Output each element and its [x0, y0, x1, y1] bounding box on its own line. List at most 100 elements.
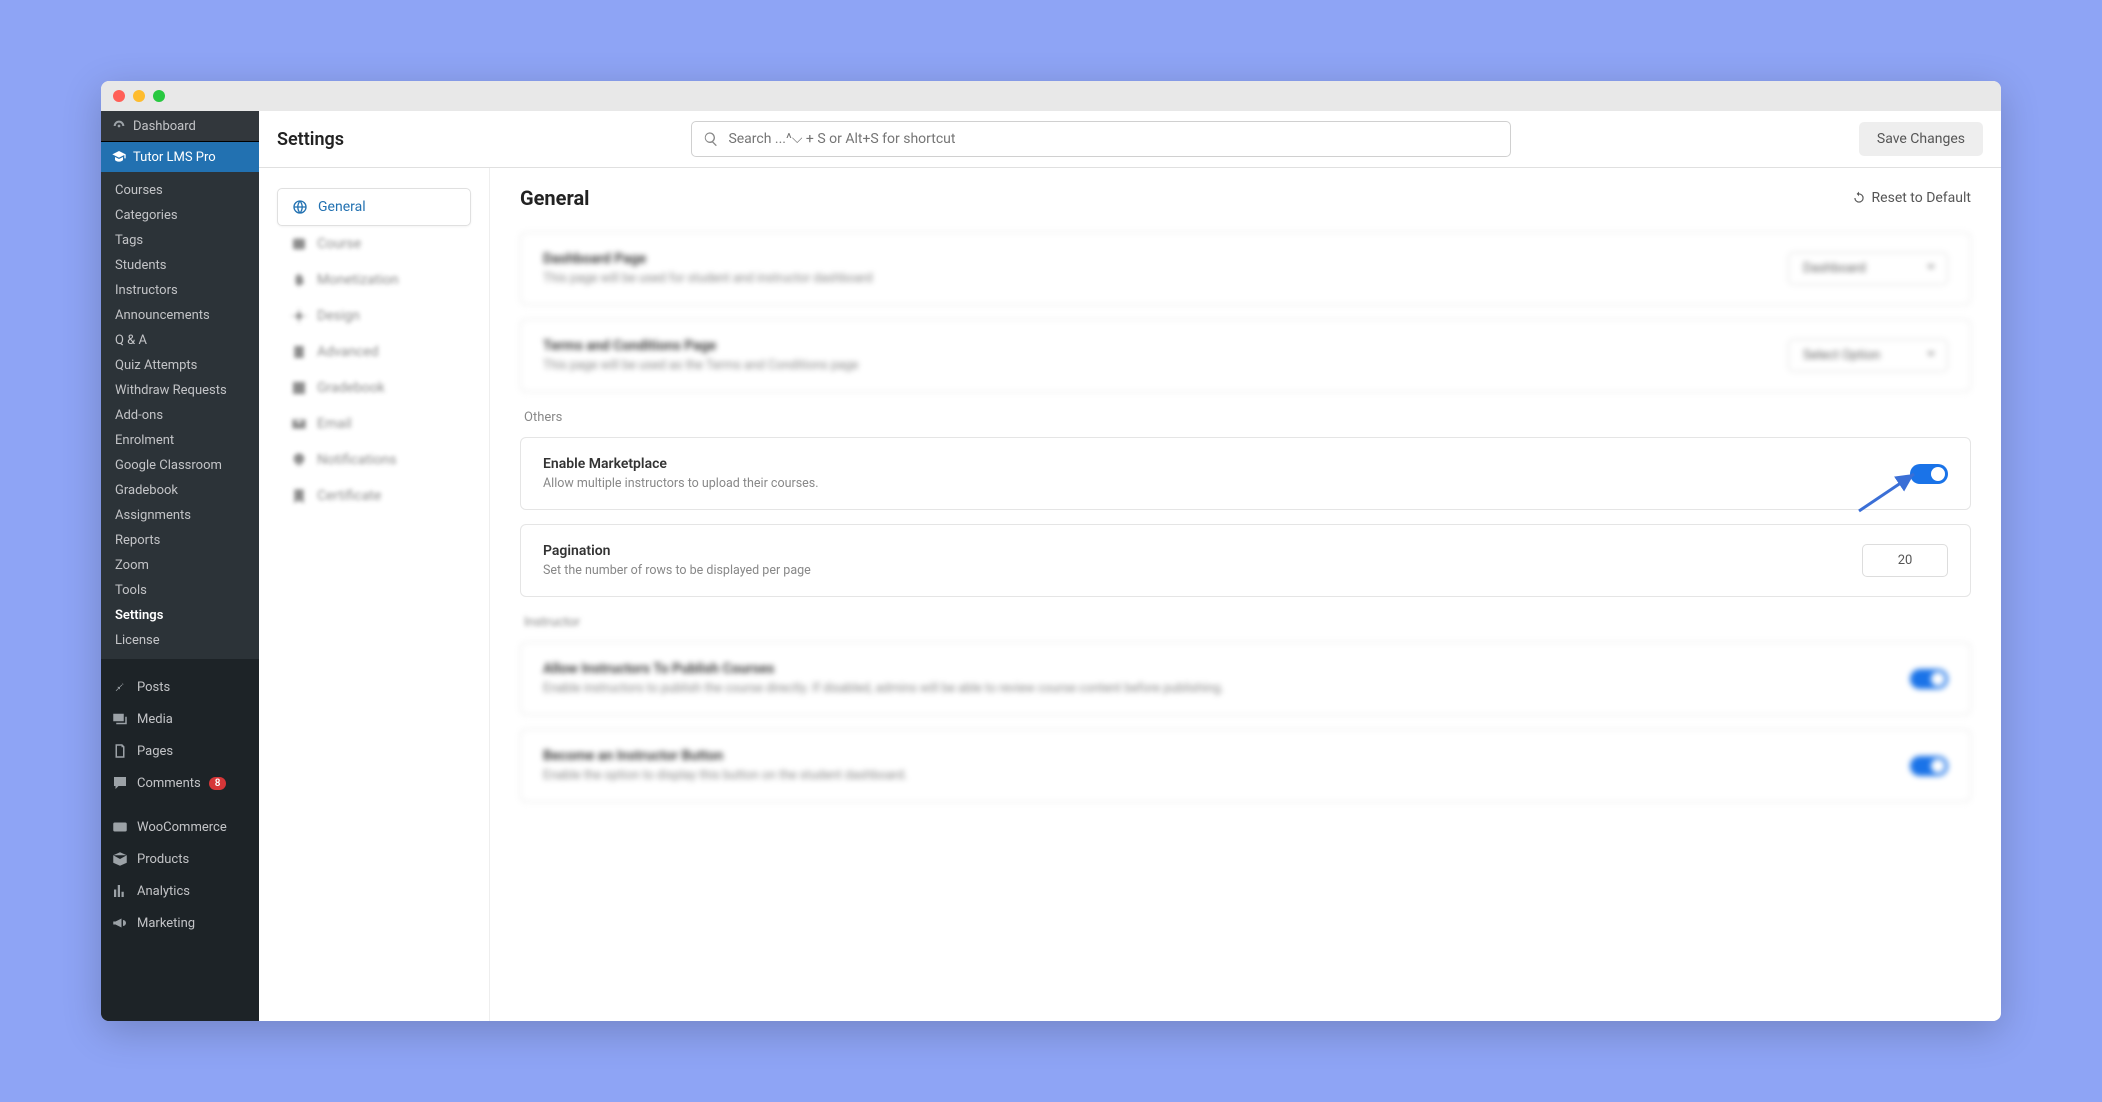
card-title: Pagination — [543, 543, 811, 559]
section-label-others: Others — [524, 410, 1971, 425]
search-wrap — [691, 121, 1511, 157]
tab-label: Gradebook — [317, 380, 385, 396]
main-header: General Reset to Default — [520, 186, 1971, 210]
sidebar-sub-assignments[interactable]: Assignments — [101, 503, 259, 528]
tab-icon — [291, 380, 307, 396]
tab-icon — [291, 236, 307, 252]
pin-icon — [111, 678, 129, 696]
sidebar-label: Pages — [137, 744, 173, 759]
card-text: Dashboard Page This page will be used fo… — [543, 251, 873, 286]
sidebar-sub-students[interactable]: Students — [101, 253, 259, 278]
sidebar-sub-reports[interactable]: Reports — [101, 528, 259, 553]
sidebar-label: Comments — [137, 776, 201, 791]
sidebar-sub-tools[interactable]: Tools — [101, 578, 259, 603]
tab-certificate[interactable]: Certificate — [277, 478, 471, 514]
maximize-window-icon[interactable] — [153, 90, 165, 102]
sidebar-item-tutor-lms[interactable]: Tutor LMS Pro — [101, 142, 259, 172]
tab-label: Course — [317, 236, 361, 252]
tab-label: Advanced — [317, 344, 379, 360]
content-area: Settings Save Changes General Course Monet… — [259, 111, 2001, 1021]
media-icon — [111, 710, 129, 728]
tab-email[interactable]: Email — [277, 406, 471, 442]
allow-publish-toggle[interactable] — [1910, 669, 1948, 689]
sidebar-sub-settings[interactable]: Settings — [101, 603, 259, 628]
minimize-window-icon[interactable] — [133, 90, 145, 102]
card-desc: This page will be used for student and i… — [543, 271, 873, 286]
tab-icon — [291, 308, 307, 324]
tab-label: Monetization — [317, 272, 399, 288]
sidebar-label: Tutor LMS Pro — [133, 150, 216, 165]
sidebar-sub-courses[interactable]: Courses — [101, 178, 259, 203]
sidebar-item-media[interactable]: Media — [101, 703, 259, 735]
tab-gradebook[interactable]: Gradebook — [277, 370, 471, 406]
box-icon — [111, 850, 129, 868]
sidebar-item-woocommerce[interactable]: WooCommerce — [101, 811, 259, 843]
card-desc: Allow multiple instructors to upload the… — [543, 476, 819, 491]
tab-icon — [291, 344, 307, 360]
settings-main: General Reset to Default Dashboard Page … — [489, 168, 2001, 1021]
card-title: Enable Marketplace — [543, 456, 819, 472]
sidebar-sub-q-a[interactable]: Q & A — [101, 328, 259, 353]
sidebar-sub-gradebook[interactable]: Gradebook — [101, 478, 259, 503]
settings-topbar: Settings Save Changes — [259, 111, 2001, 168]
become-instructor-toggle[interactable] — [1910, 756, 1948, 776]
comment-icon — [111, 774, 129, 792]
section-label-instructor: Instructor — [524, 615, 1971, 630]
sidebar-item-posts[interactable]: Posts — [101, 671, 259, 703]
titlebar — [101, 81, 2001, 111]
settings-body: General Course Monetization Design Advanced G… — [259, 168, 2001, 1021]
refresh-icon — [1852, 191, 1866, 205]
sidebar-submenu: CoursesCategoriesTagsStudentsInstructors… — [101, 172, 259, 659]
count-badge: 8 — [209, 777, 227, 790]
sidebar-item-marketing[interactable]: Marketing — [101, 907, 259, 939]
card-title: Terms and Conditions Page — [543, 338, 858, 354]
tab-design[interactable]: Design — [277, 298, 471, 334]
pagination-input[interactable] — [1862, 544, 1948, 577]
save-button[interactable]: Save Changes — [1859, 122, 1983, 156]
sidebar-sub-withdraw-requests[interactable]: Withdraw Requests — [101, 378, 259, 403]
sidebar-item-dashboard[interactable]: Dashboard — [101, 111, 259, 142]
sidebar-sub-license[interactable]: License — [101, 628, 259, 653]
sidebar-item-analytics[interactable]: Analytics — [101, 875, 259, 907]
tab-advanced[interactable]: Advanced — [277, 334, 471, 370]
card-title: Dashboard Page — [543, 251, 873, 267]
tab-notifications[interactable]: Notifications — [277, 442, 471, 478]
sidebar-item-comments[interactable]: Comments 8 — [101, 767, 259, 799]
sidebar-item-products[interactable]: Products — [101, 843, 259, 875]
sidebar-sub-announcements[interactable]: Announcements — [101, 303, 259, 328]
sidebar-sub-zoom[interactable]: Zoom — [101, 553, 259, 578]
terms-page-select[interactable]: Select Option — [1788, 339, 1948, 372]
sidebar-sub-instructors[interactable]: Instructors — [101, 278, 259, 303]
tab-label: General — [318, 199, 366, 215]
sidebar-sub-add-ons[interactable]: Add-ons — [101, 403, 259, 428]
sidebar-sub-google-classroom[interactable]: Google Classroom — [101, 453, 259, 478]
tab-icon — [291, 452, 307, 468]
sidebar-sub-tags[interactable]: Tags — [101, 228, 259, 253]
card-text: Terms and Conditions Page This page will… — [543, 338, 858, 373]
card-title: Allow Instructors To Publish Courses — [543, 661, 1224, 677]
sidebar-main-menu: Posts Media Pages Comments 8 WooCommerceProdu… — [101, 671, 259, 939]
sidebar-sub-quiz-attempts[interactable]: Quiz Attempts — [101, 353, 259, 378]
sidebar-sub-enrolment[interactable]: Enrolment — [101, 428, 259, 453]
marketplace-toggle[interactable] — [1910, 464, 1948, 484]
chart-icon — [111, 882, 129, 900]
horn-icon — [111, 914, 129, 932]
search-input[interactable] — [691, 121, 1511, 157]
app-window: Dashboard Tutor LMS Pro CoursesCategorie… — [101, 81, 2001, 1021]
sidebar-label: Media — [137, 712, 173, 727]
tab-label: Design — [317, 308, 360, 324]
tab-icon — [291, 488, 307, 504]
app-body: Dashboard Tutor LMS Pro CoursesCategorie… — [101, 111, 2001, 1021]
tab-monetization[interactable]: Monetization — [277, 262, 471, 298]
sidebar-label: Posts — [137, 680, 170, 695]
sidebar-sub-categories[interactable]: Categories — [101, 203, 259, 228]
close-window-icon[interactable] — [113, 90, 125, 102]
card-become-instructor: Become an Instructor Button Enable the o… — [520, 729, 1971, 802]
gauge-icon — [111, 118, 127, 134]
reset-to-default-button[interactable]: Reset to Default — [1852, 190, 1971, 206]
card-text: Allow Instructors To Publish Courses Ena… — [543, 661, 1224, 696]
tab-course[interactable]: Course — [277, 226, 471, 262]
tab-general[interactable]: General — [277, 188, 471, 226]
dashboard-page-select[interactable]: Dashboard — [1788, 252, 1948, 285]
sidebar-item-pages[interactable]: Pages — [101, 735, 259, 767]
